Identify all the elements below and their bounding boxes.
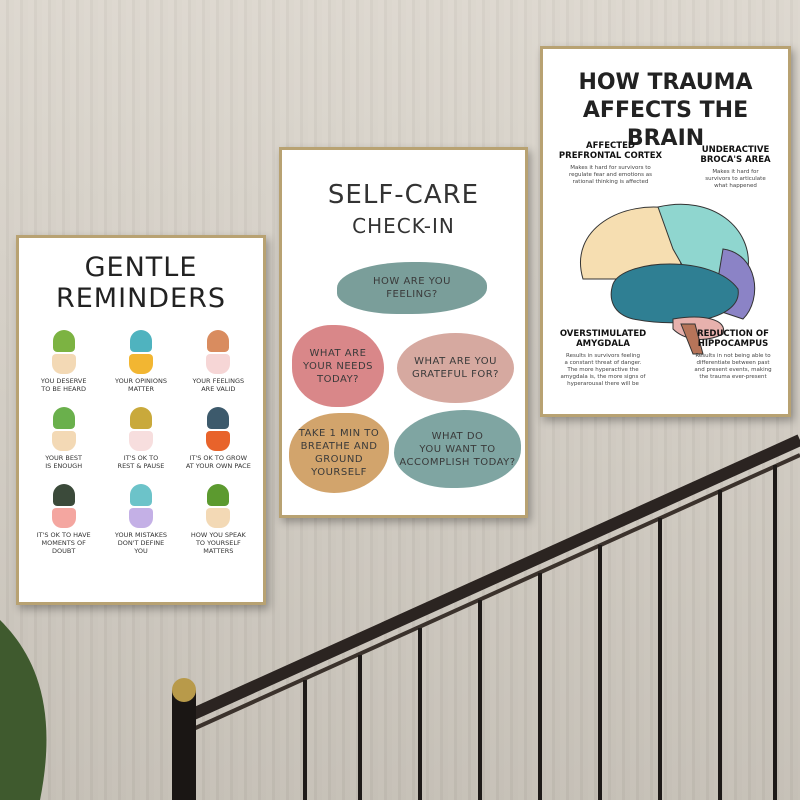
staircase-railing [0,434,800,800]
